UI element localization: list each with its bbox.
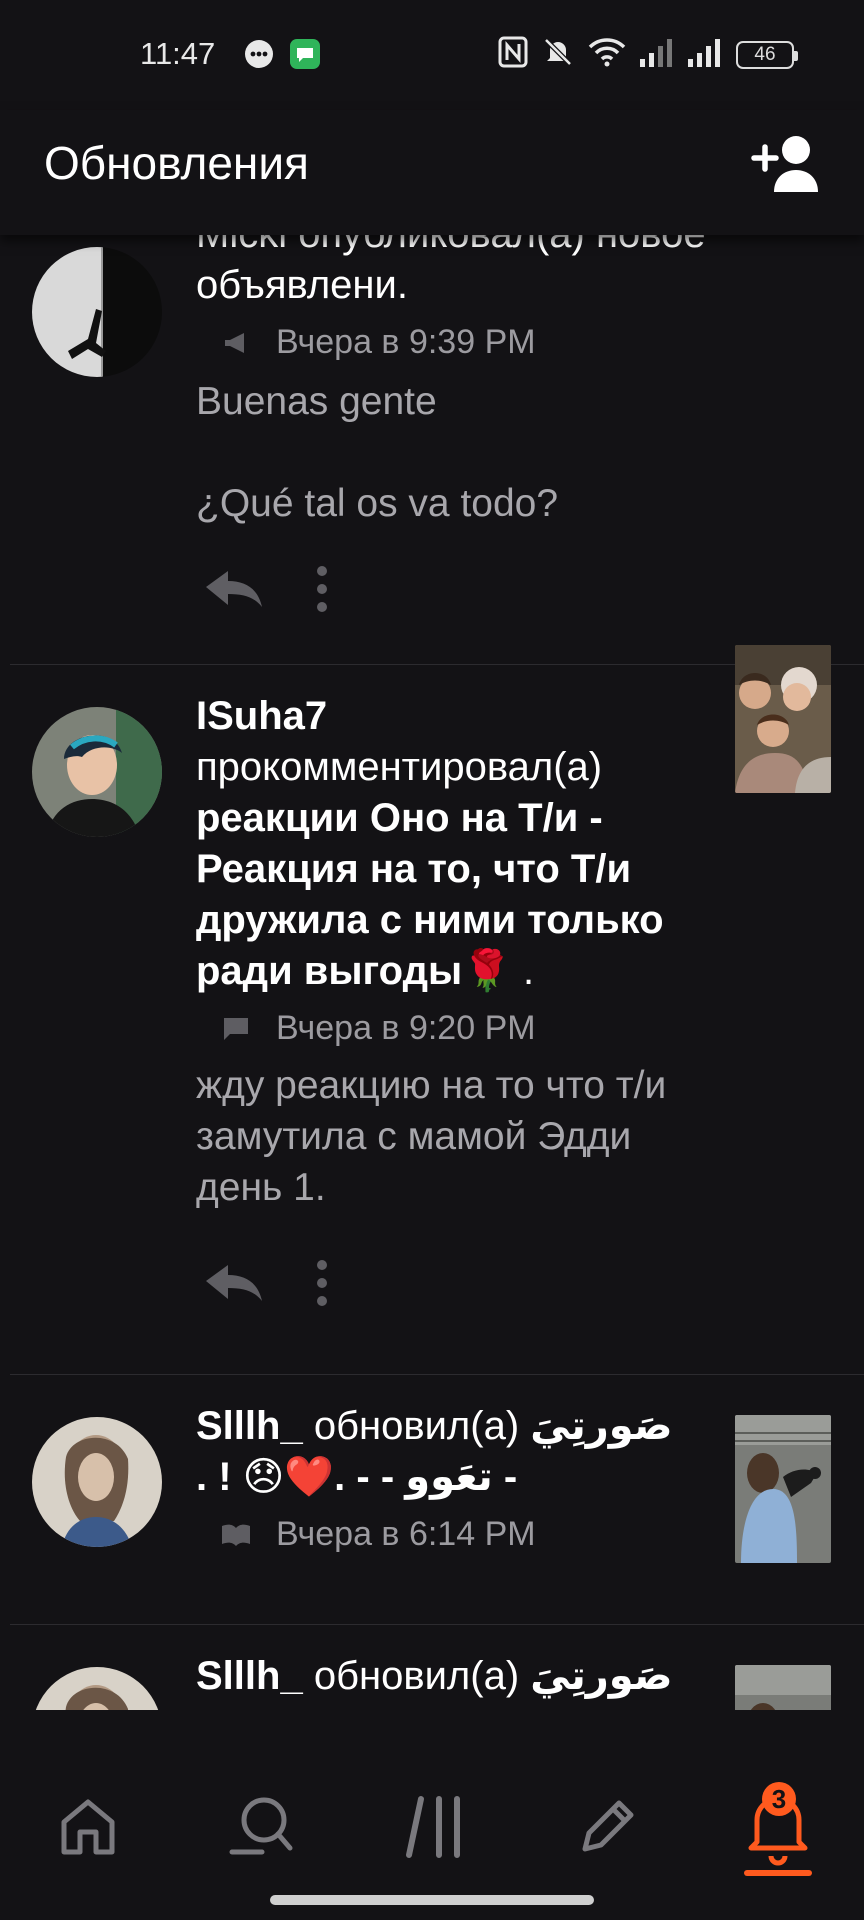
action-verb: обновил(а) [313, 1654, 520, 1698]
item-headline: Slllh_ обновил(а) صَورتِيَ - [196, 1651, 696, 1710]
target-end: . [523, 949, 535, 993]
avatar[interactable] [32, 247, 162, 377]
username[interactable]: Slllh_ [196, 1404, 303, 1448]
headline-partial: Micki опубликовал(а) новое объявлени. [196, 235, 706, 311]
item-time: Вчера в 9:39 PM [276, 323, 536, 361]
mute-icon [542, 36, 574, 73]
feed-item[interactable]: ISuha7 прокомментировал(а) реакции Оно н… [0, 645, 864, 1365]
avatar[interactable] [32, 1667, 162, 1710]
item-headline: Slllh_ обновил(а) صَورتِيَ - تعَوو - - .… [196, 1401, 696, 1503]
item-actions [202, 565, 706, 618]
target-link[interactable]: реакции Оно на Т/и - Реакция на то, что … [196, 796, 664, 993]
reply-icon[interactable] [202, 1261, 266, 1310]
item-actions [202, 1259, 706, 1312]
add-follow-icon[interactable] [750, 130, 830, 194]
item-headline: ISuha7 прокомментировал(а) реакции Оно н… [196, 691, 706, 997]
write-icon[interactable] [568, 1786, 648, 1866]
chat-bubble-icon [243, 38, 275, 75]
home-indicator[interactable] [270, 1895, 594, 1905]
home-icon[interactable] [48, 1786, 128, 1866]
more-vertical-icon[interactable] [314, 565, 330, 618]
signal-icon [688, 37, 722, 72]
updates-feed: Micki опубликовал(а) новое объявлени. Вч… [0, 235, 864, 1710]
megaphone-icon [216, 328, 256, 358]
action-verb: прокомментировал(а) [196, 745, 603, 789]
page-title: Обновления [44, 137, 309, 189]
book-icon [216, 1520, 256, 1550]
item-body: Buenas gente ¿Qué tal os va todo? [196, 380, 559, 525]
signal-icon [640, 37, 674, 72]
item-time: Вчера в 9:20 PM [276, 1009, 536, 1047]
item-meta: Вчера в 9:39 PM [216, 323, 706, 362]
app-header: Обновления [0, 110, 864, 235]
action-verb: обновил(а) [313, 1404, 520, 1448]
wifi-icon [588, 36, 626, 73]
avatar[interactable] [32, 707, 162, 837]
item-body: жду реакцию на то что т/и замутила с мам… [196, 1064, 667, 1209]
notification-badge: 3 [762, 1782, 796, 1816]
headline-tail: объявлени. [196, 263, 408, 307]
item-meta: Вчера в 9:20 PM [216, 1009, 706, 1048]
message-app-icon [289, 38, 321, 75]
username[interactable]: Slllh_ [196, 1654, 303, 1698]
search-icon[interactable] [222, 1786, 302, 1866]
feed-item[interactable]: Slllh_ обновил(а) صَورتِيَ - تعَوو - - .… [0, 1375, 864, 1625]
reply-icon[interactable] [202, 567, 266, 616]
battery-icon: 46 [736, 40, 798, 69]
active-tab-indicator [744, 1870, 812, 1876]
status-bar: 11:47 46 [0, 0, 864, 110]
item-time: Вчера в 6:14 PM [276, 1515, 536, 1553]
username[interactable]: ISuha7 [196, 694, 327, 738]
story-thumbnail[interactable] [735, 645, 831, 793]
status-right: 46 [498, 36, 798, 73]
feed-item[interactable]: Slllh_ обновил(а) صَورتِيَ - [0, 1625, 864, 1710]
feed-item[interactable]: Micki опубликовал(а) новое объявлени. Вч… [0, 235, 864, 612]
more-vertical-icon[interactable] [314, 1259, 330, 1312]
nfc-icon [498, 36, 528, 73]
library-icon[interactable] [396, 1786, 476, 1866]
bottom-nav: 3 [0, 1710, 864, 1920]
avatar[interactable] [32, 1417, 162, 1547]
item-meta: Вчера в 6:14 PM [216, 1515, 696, 1554]
story-thumbnail[interactable] [735, 1665, 831, 1710]
story-thumbnail[interactable] [735, 1415, 831, 1563]
status-time: 11:47 [140, 36, 216, 71]
comment-icon [216, 1014, 256, 1044]
